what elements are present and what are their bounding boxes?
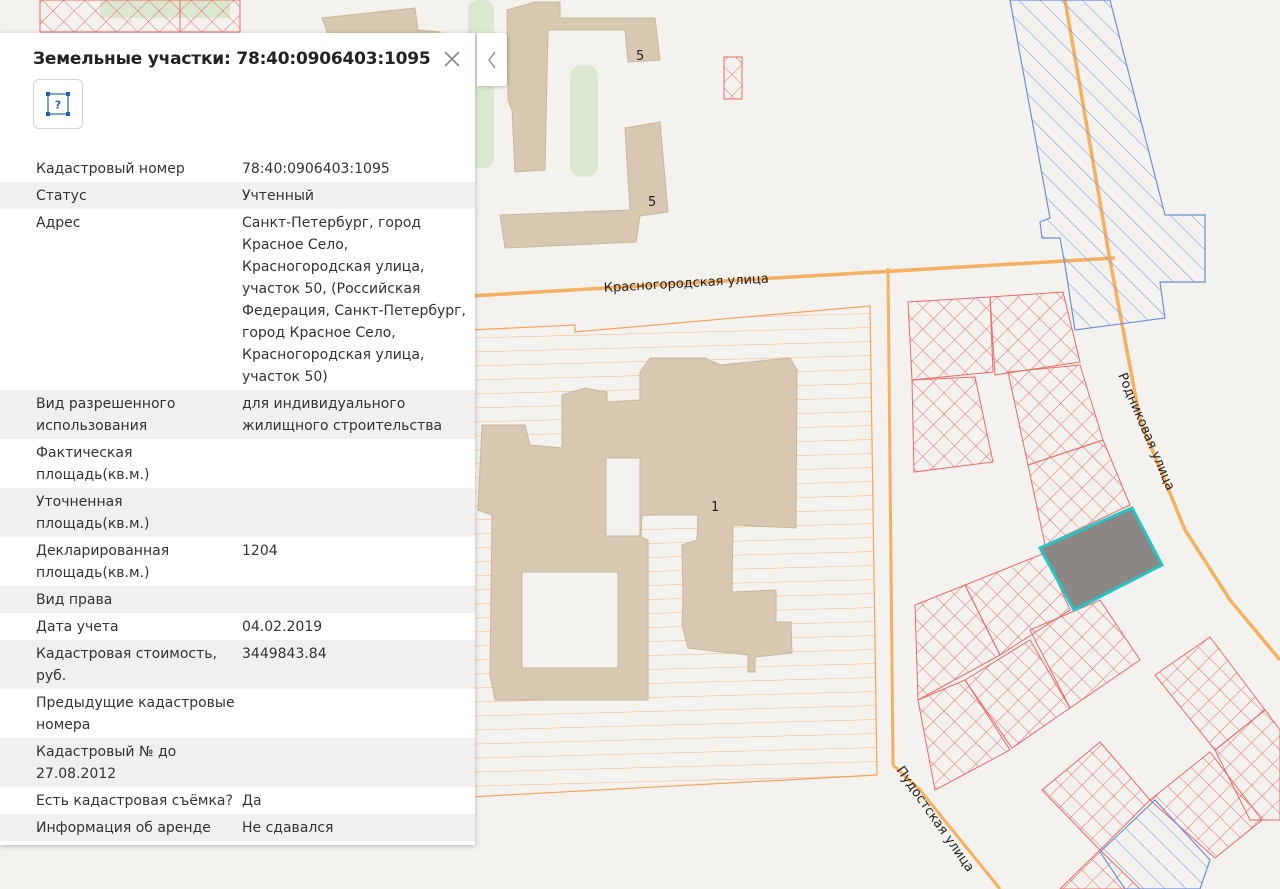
- table-row: Статус Учтенный: [0, 182, 475, 209]
- property-value: [240, 689, 475, 738]
- property-value: 3449843.84: [240, 640, 475, 689]
- property-key: Вид права: [0, 586, 240, 613]
- table-row: Вид разрешенного использования для индиви…: [0, 390, 475, 439]
- building-number: 5: [648, 195, 656, 210]
- property-key: Дата учета: [36, 619, 119, 635]
- table-row: Декларированная площадь(кв.м.) 1204: [0, 537, 475, 586]
- property-key: Кадастровая стоимость, руб.: [0, 640, 240, 689]
- property-value: 1204: [242, 543, 278, 559]
- property-value: Не сдавался: [240, 814, 475, 841]
- property-value: Учтенный: [240, 182, 475, 209]
- property-key: Уточненная площадь(кв.м.): [0, 488, 240, 537]
- property-value: Санкт-Петербург, город Красное Село, Кра…: [242, 215, 466, 385]
- property-value: 04.02.2019: [242, 619, 323, 635]
- property-key: Кадастровый № до 27.08.2012: [0, 738, 240, 787]
- parcel-red[interactable]: [179, 0, 241, 33]
- building-number: 1: [711, 500, 719, 515]
- table-row: Вид права: [0, 586, 475, 613]
- parcel-red[interactable]: [907, 296, 994, 381]
- property-key: Предыдущие кадастровые номера: [36, 695, 235, 733]
- property-value: [240, 738, 475, 787]
- parcel-outline-icon: ?: [46, 92, 70, 116]
- property-key: Фактическая площадь(кв.м.): [36, 445, 150, 483]
- courtyard: [521, 571, 619, 669]
- info-panel: Земельные участки: 78:40:0906403:1095 ? …: [0, 33, 475, 845]
- property-value: [240, 586, 475, 613]
- collapse-panel-button[interactable]: [477, 33, 507, 86]
- property-key: Вид разрешенного использования: [0, 390, 240, 439]
- parcel-red[interactable]: [39, 0, 181, 33]
- question-label: ?: [55, 99, 61, 112]
- property-value: [240, 488, 475, 537]
- property-key: Информация об аренде: [0, 814, 240, 841]
- property-key: Адрес: [36, 215, 81, 231]
- property-key: Есть кадастровая съёмка?: [36, 793, 233, 809]
- table-row: Есть кадастровая съёмка? Да: [0, 787, 475, 814]
- table-row: Информация об аренде Не сдавался: [0, 814, 475, 841]
- property-key: Декларированная площадь(кв.м.): [36, 543, 170, 581]
- close-button[interactable]: [441, 48, 463, 70]
- property-value: 78:40:0906403:1095: [242, 161, 390, 177]
- panel-title: Земельные участки: 78:40:0906403:1095: [33, 49, 431, 69]
- chevron-left-icon: [488, 51, 496, 68]
- table-row: Адрес Санкт-Петербург, город Красное Село…: [0, 209, 475, 390]
- table-row: Кадастровый номер 78:40:0906403:1095: [0, 155, 475, 182]
- property-key: Кадастровый номер: [36, 161, 185, 177]
- close-icon: [444, 51, 460, 67]
- property-key: Статус: [0, 182, 240, 209]
- table-row: Дата учета 04.02.2019: [0, 613, 475, 640]
- table-row: Кадастровый № до 27.08.2012: [0, 738, 475, 787]
- property-value: [240, 439, 475, 488]
- building-number: 5: [636, 49, 644, 64]
- parcel-red[interactable]: [989, 291, 1081, 376]
- table-row: Предыдущие кадастровые номера: [0, 689, 475, 738]
- green-area: [570, 65, 598, 177]
- area-measure-button[interactable]: ?: [33, 79, 83, 129]
- table-row: Уточненная площадь(кв.м.): [0, 488, 475, 537]
- table-row: Кадастровая стоимость, руб. 3449843.84: [0, 640, 475, 689]
- parcel-red[interactable]: [723, 56, 743, 100]
- courtyard: [605, 457, 641, 537]
- table-row: Фактическая площадь(кв.м.): [0, 439, 475, 488]
- property-value: Да: [242, 793, 262, 809]
- property-value: для индивидуального жилищного строительс…: [240, 390, 475, 439]
- properties-table: Кадастровый номер 78:40:0906403:1095 Стат…: [0, 155, 475, 841]
